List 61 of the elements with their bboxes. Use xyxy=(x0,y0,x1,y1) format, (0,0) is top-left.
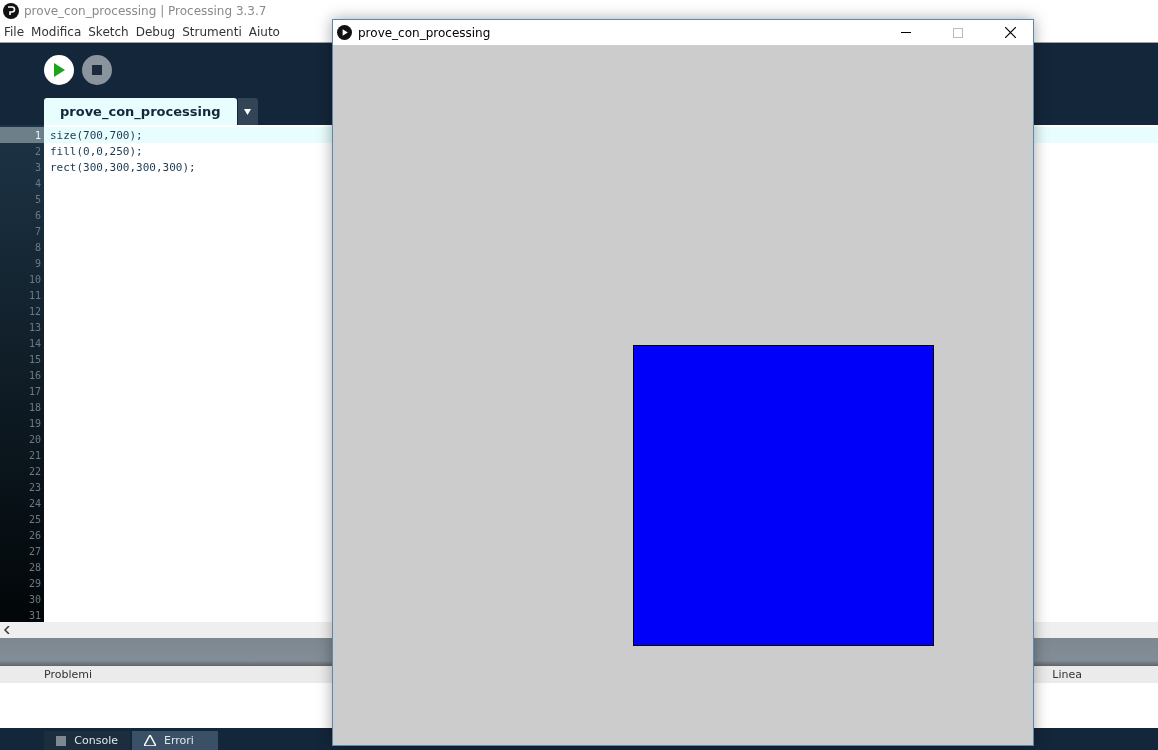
line-number: 18 xyxy=(28,401,41,413)
editor-tab[interactable]: prove_con_processing xyxy=(44,98,237,125)
code-line: rect(300,300,300,300); xyxy=(50,160,196,174)
line-number: 8 xyxy=(34,241,41,253)
line-number: 4 xyxy=(34,177,41,189)
code-line: fill(0,0,250); xyxy=(50,144,143,158)
menu-item[interactable]: Strumenti xyxy=(182,25,242,39)
play-icon xyxy=(53,63,65,77)
line-number: 5 xyxy=(34,193,41,205)
menu-item[interactable]: File xyxy=(4,25,25,39)
menu-item[interactable]: Modifica xyxy=(31,25,82,39)
menu-item[interactable]: Aiuto xyxy=(248,25,280,39)
tab-menu-button[interactable] xyxy=(237,98,258,125)
line-number: 14 xyxy=(28,337,41,349)
stop-button[interactable] xyxy=(82,55,112,85)
close-icon xyxy=(1004,27,1016,38)
line-number: 26 xyxy=(28,529,41,541)
line-number: 16 xyxy=(28,369,41,381)
menu-item[interactable]: Debug xyxy=(135,25,176,39)
line-number: 6 xyxy=(34,209,41,221)
line-number: 22 xyxy=(28,465,41,477)
line-number: 23 xyxy=(28,481,41,493)
line-number: 25 xyxy=(28,513,41,525)
app-logo-icon xyxy=(3,3,19,19)
line-number: 12 xyxy=(28,305,41,317)
scroll-left-icon[interactable] xyxy=(4,626,10,634)
line-number: 29 xyxy=(28,577,41,589)
line-number: 28 xyxy=(28,561,41,573)
line-number: 19 xyxy=(28,417,41,429)
console-tab[interactable]: Console xyxy=(44,731,130,750)
run-button[interactable] xyxy=(44,55,74,85)
line-number: 9 xyxy=(34,257,41,269)
line-number: 15 xyxy=(28,353,41,365)
stop-icon xyxy=(92,65,102,75)
menu-item[interactable]: Sketch xyxy=(88,25,129,39)
line-number: 31 xyxy=(28,609,41,621)
warning-icon xyxy=(144,735,156,746)
code-line: size(700,700); xyxy=(50,128,143,142)
column-header: Linea xyxy=(1052,668,1082,681)
console-icon xyxy=(56,735,67,746)
line-number: 1 xyxy=(34,129,41,141)
sketch-window-title: prove_con_processing xyxy=(358,25,492,40)
line-number: 13 xyxy=(28,321,41,333)
play-icon xyxy=(337,25,352,40)
line-number: 11 xyxy=(28,289,41,301)
window-title: prove_con_processing | Processing 3.3.7 xyxy=(24,4,267,18)
caret-icon xyxy=(244,108,251,115)
line-number: 27 xyxy=(28,545,41,557)
line-number: 30 xyxy=(28,593,41,605)
column-header: Problemi xyxy=(44,668,93,681)
line-number: 3 xyxy=(34,161,41,173)
minimize-icon xyxy=(901,32,911,33)
line-number: 17 xyxy=(28,385,41,397)
line-number: 7 xyxy=(34,225,41,237)
maximize-icon xyxy=(953,27,963,38)
console-tab[interactable]: Errori xyxy=(132,731,218,750)
line-number: 2 xyxy=(34,145,41,157)
line-number: 24 xyxy=(28,497,41,509)
line-number: 20 xyxy=(28,433,41,445)
line-number: 10 xyxy=(28,273,41,285)
line-number: 21 xyxy=(28,449,41,461)
